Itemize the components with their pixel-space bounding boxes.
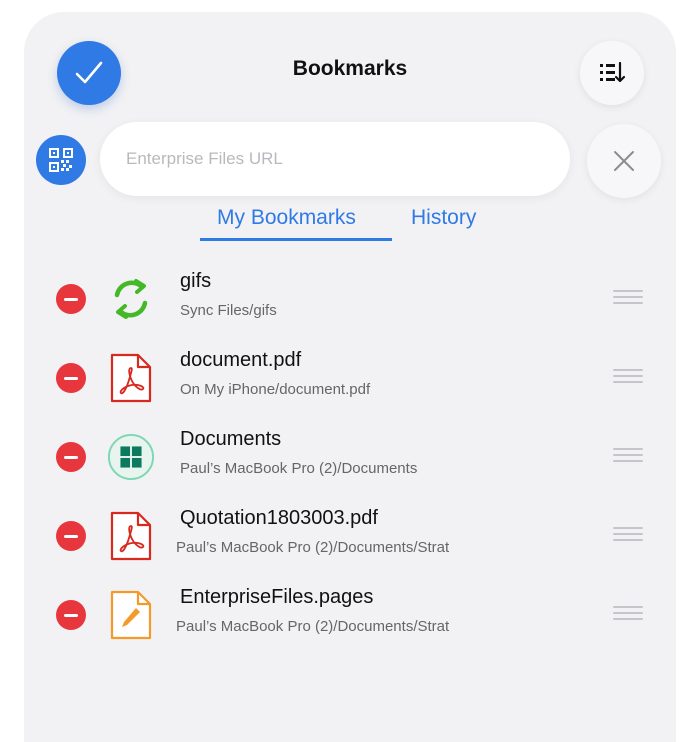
- bookmark-name: gifs: [180, 270, 212, 292]
- reorder-handle-icon[interactable]: [613, 606, 643, 620]
- bookmark-path: Sync Files/gifs: [180, 302, 277, 319]
- active-tab-indicator: [200, 238, 392, 241]
- delete-button[interactable]: [56, 442, 86, 472]
- delete-button[interactable]: [56, 284, 86, 314]
- sort-list-icon: [600, 61, 626, 83]
- url-input[interactable]: [100, 122, 570, 196]
- delete-button[interactable]: [56, 521, 86, 551]
- bookmark-name: Quotation1803003.pdf: [180, 507, 378, 529]
- bookmark-name: document.pdf: [180, 349, 302, 371]
- sync-folder-icon: [107, 274, 155, 324]
- pages-icon: [107, 590, 155, 640]
- tab-my-bookmarks[interactable]: My Bookmarks: [217, 206, 356, 230]
- close-icon: [614, 151, 634, 171]
- bookmark-path: Paul’s MacBook Pro (2)/Documents/Strat: [176, 618, 450, 635]
- page-title: Bookmarks: [292, 57, 408, 80]
- bookmark-path: Paul’s MacBook Pro (2)/Documents: [180, 460, 418, 477]
- list-item[interactable]: EnterpriseFiles.pages Paul’s MacBook Pro…: [0, 578, 684, 656]
- checkmark-icon: [75, 61, 103, 84]
- list-item[interactable]: gifs Sync Files/gifs: [0, 262, 684, 340]
- sort-button[interactable]: [580, 41, 644, 105]
- bookmark-name: Documents: [180, 428, 282, 450]
- pdf-icon: [107, 511, 155, 561]
- pdf-icon: [107, 353, 155, 403]
- reorder-handle-icon[interactable]: [613, 448, 643, 462]
- windows-folder-icon: [107, 432, 155, 482]
- delete-button[interactable]: [56, 600, 86, 630]
- list-item[interactable]: document.pdf On My iPhone/document.pdf: [0, 341, 684, 419]
- bookmark-path: On My iPhone/document.pdf: [180, 381, 371, 398]
- tab-history[interactable]: History: [411, 206, 476, 230]
- qr-code-icon: [49, 148, 73, 172]
- delete-button[interactable]: [56, 363, 86, 393]
- reorder-handle-icon[interactable]: [613, 369, 643, 383]
- done-button[interactable]: [57, 41, 121, 105]
- reorder-handle-icon[interactable]: [613, 527, 643, 541]
- bookmark-path: Paul’s MacBook Pro (2)/Documents/Strat: [176, 539, 450, 556]
- clear-button[interactable]: [587, 124, 661, 198]
- qr-scan-button[interactable]: [36, 135, 86, 185]
- list-item[interactable]: Documents Paul’s MacBook Pro (2)/Documen…: [0, 420, 684, 498]
- list-item[interactable]: Quotation1803003.pdf Paul’s MacBook Pro …: [0, 499, 684, 577]
- bookmark-name: EnterpriseFiles.pages: [180, 586, 374, 608]
- reorder-handle-icon[interactable]: [613, 290, 643, 304]
